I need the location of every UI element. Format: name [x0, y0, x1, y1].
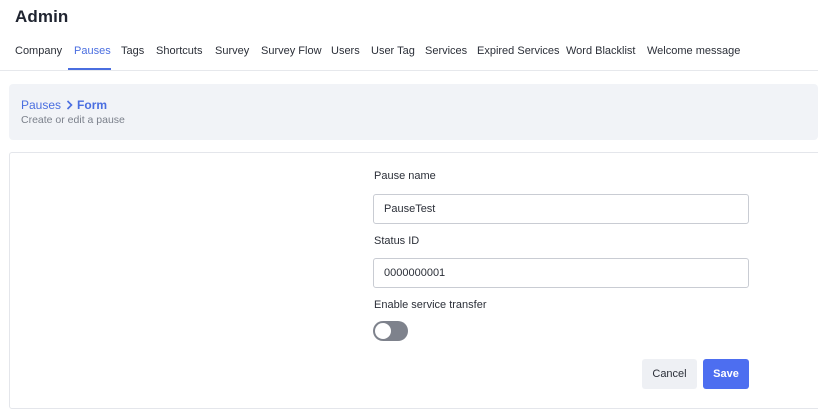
- tab-word-blacklist[interactable]: Word Blacklist: [566, 45, 635, 57]
- page-title: Admin: [15, 7, 69, 26]
- chevron-right-icon: [66, 100, 73, 110]
- page-subtitle: Create or edit a pause: [21, 114, 125, 126]
- tab-shortcuts[interactable]: Shortcuts: [156, 45, 202, 57]
- active-tab-indicator: [68, 68, 111, 70]
- tab-bar: Company Pauses Tags Shortcuts Survey Sur…: [0, 38, 818, 71]
- breadcrumb-pauses-link[interactable]: Pauses: [21, 98, 61, 112]
- tab-welcome-message[interactable]: Welcome message: [647, 45, 740, 57]
- tab-expired-services[interactable]: Expired Services: [477, 45, 560, 57]
- breadcrumb: Pauses Form: [21, 98, 107, 112]
- tab-pauses[interactable]: Pauses: [74, 45, 111, 57]
- tab-users[interactable]: Users: [331, 45, 360, 57]
- tab-survey[interactable]: Survey: [215, 45, 249, 57]
- pause-name-label: Pause name: [374, 170, 436, 182]
- breadcrumb-current: Form: [77, 98, 108, 112]
- tab-company[interactable]: Company: [15, 45, 62, 57]
- status-id-label: Status ID: [374, 235, 420, 247]
- tab-user-tag[interactable]: User Tag: [371, 45, 415, 57]
- tab-tags[interactable]: Tags: [121, 45, 144, 57]
- tab-services[interactable]: Services: [425, 45, 467, 57]
- tab-survey-flow[interactable]: Survey Flow: [261, 45, 322, 57]
- pause-name-input[interactable]: [373, 194, 749, 224]
- service-transfer-label: Enable service transfer: [374, 299, 487, 311]
- breadcrumb-panel: Pauses Form Create or edit a pause: [9, 84, 818, 140]
- toggle-knob: [375, 323, 391, 339]
- cancel-button[interactable]: Cancel: [642, 359, 697, 389]
- save-button[interactable]: Save: [703, 359, 749, 389]
- status-id-input[interactable]: [373, 258, 749, 288]
- service-transfer-toggle[interactable]: [373, 321, 408, 341]
